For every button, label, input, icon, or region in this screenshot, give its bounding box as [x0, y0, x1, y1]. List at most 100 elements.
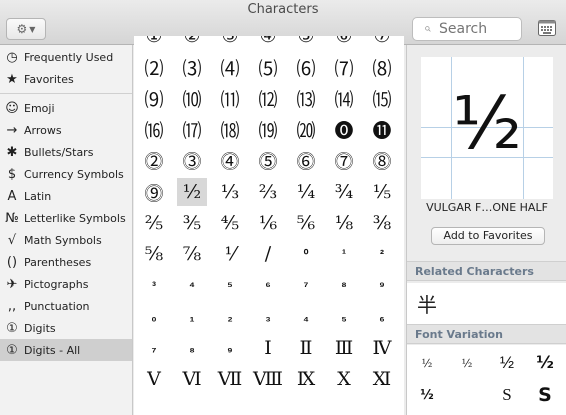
sidebar-item-latin[interactable]: A Latin	[0, 185, 132, 207]
character-cell[interactable]: ⅔	[253, 178, 283, 206]
character-cell[interactable]: ₃	[253, 303, 283, 331]
character-cell[interactable]: ②	[177, 36, 207, 50]
character-cell[interactable]: Ⅳ	[367, 334, 397, 362]
font-variation-glyph[interactable]: S	[495, 383, 519, 407]
character-cell[interactable]: ₆	[367, 303, 397, 331]
character-cell[interactable]: ⅚	[291, 209, 321, 237]
sidebar-item-parentheses[interactable]: () Parentheses	[0, 251, 132, 273]
character-cell[interactable]: ⓽	[139, 178, 169, 206]
sidebar-item-digits-all[interactable]: ① Digits - All	[0, 339, 132, 361]
character-cell[interactable]: ⒀	[291, 84, 321, 112]
character-cell[interactable]: ⑥	[329, 36, 359, 50]
character-cell[interactable]: ₈	[177, 334, 207, 362]
character-cell[interactable]: ④	[253, 36, 283, 50]
character-cell[interactable]: ⑷	[215, 53, 245, 81]
character-cell[interactable]: ³	[139, 272, 169, 300]
font-variation-glyph[interactable]: ½	[533, 351, 557, 375]
character-cell[interactable]: ½	[177, 178, 207, 206]
character-cell[interactable]: ⅝	[139, 240, 169, 268]
action-menu-button[interactable]: ⚙ ▼	[6, 18, 46, 40]
font-variation-glyph[interactable]: ½	[455, 351, 479, 375]
character-cell[interactable]: ₀	[139, 303, 169, 331]
character-cell[interactable]: ⑻	[367, 53, 397, 81]
character-cell[interactable]: ₅	[329, 303, 359, 331]
character-cell[interactable]: ⑸	[253, 53, 283, 81]
character-cell[interactable]: ₇	[139, 334, 169, 362]
sidebar-item-arrows[interactable]: → Arrows	[0, 119, 132, 141]
character-cell[interactable]: ⓿	[329, 116, 359, 144]
character-cell[interactable]: ⑺	[329, 53, 359, 81]
character-cell[interactable]: ⅓	[215, 178, 245, 206]
character-cell[interactable]: ⑤	[291, 36, 321, 50]
character-cell[interactable]: ⑵	[139, 53, 169, 81]
character-cell[interactable]: ¼	[291, 178, 321, 206]
character-cell[interactable]: ⓼	[367, 147, 397, 175]
character-cell[interactable]: ⁵	[215, 272, 245, 300]
character-cell[interactable]: Ⅱ	[291, 334, 321, 362]
character-cell[interactable]: ⅟	[215, 240, 245, 268]
character-cell[interactable]: ⒄	[177, 116, 207, 144]
sidebar-item-digits[interactable]: ① Digits	[0, 317, 132, 339]
character-cell[interactable]: ⅞	[177, 240, 207, 268]
character-cell[interactable]: ⓶	[139, 147, 169, 175]
font-variation-glyph[interactable]: ½	[495, 351, 519, 375]
keyboard-viewer-icon[interactable]	[538, 20, 556, 36]
sidebar-item-letterlike-symbols[interactable]: № Letterlike Symbols	[0, 207, 132, 229]
character-cell[interactable]: ⒃	[139, 116, 169, 144]
sidebar-item-emoji[interactable]: ☺ Emoji	[0, 97, 132, 119]
character-cell[interactable]: Ⅸ	[291, 365, 321, 393]
add-to-favorites-button[interactable]: Add to Favorites	[431, 227, 545, 245]
character-cell[interactable]: ⓺	[291, 147, 321, 175]
search-field[interactable]	[412, 17, 522, 41]
font-variation-glyph[interactable]: ½	[415, 351, 439, 375]
character-cell[interactable]: ⅗	[177, 209, 207, 237]
character-cell[interactable]: Ⅹ	[329, 365, 359, 393]
character-cell[interactable]: ⁸	[329, 272, 359, 300]
character-cell[interactable]: ⅜	[367, 209, 397, 237]
character-cell[interactable]: ₄	[291, 303, 321, 331]
character-cell[interactable]: ⅘	[215, 209, 245, 237]
character-cell[interactable]: ₉	[215, 334, 245, 362]
character-cell[interactable]: ⒂	[367, 84, 397, 112]
character-cell[interactable]: Ⅰ	[253, 334, 283, 362]
character-cell[interactable]: ⑾	[215, 84, 245, 112]
character-cell[interactable]: Ⅷ	[253, 365, 283, 393]
related-character[interactable]: 半	[417, 289, 437, 318]
character-cell[interactable]: ⓫	[367, 116, 397, 144]
character-cell[interactable]: ⓻	[329, 147, 359, 175]
character-cell[interactable]: ₁	[177, 303, 207, 331]
character-cell[interactable]: ⒁	[329, 84, 359, 112]
character-cell[interactable]: ¹	[329, 240, 359, 268]
character-cell[interactable]: ⅛	[329, 209, 359, 237]
character-cell[interactable]: ⒅	[215, 116, 245, 144]
character-cell[interactable]: Ⅲ	[329, 334, 359, 362]
character-cell[interactable]: Ⅶ	[215, 365, 245, 393]
character-cell[interactable]: ⁹	[367, 272, 397, 300]
sidebar-item-bullets-stars[interactable]: ✱ Bullets/Stars	[0, 141, 132, 163]
font-variation-glyph[interactable]: S	[533, 383, 557, 407]
character-cell[interactable]: ①	[139, 36, 169, 50]
character-cell[interactable]: ⑶	[177, 53, 207, 81]
character-cell[interactable]: ⓹	[253, 147, 283, 175]
character-cell[interactable]: Ⅵ	[177, 365, 207, 393]
character-cell[interactable]: ¾	[329, 178, 359, 206]
font-variation-glyph[interactable]: ½	[415, 383, 439, 407]
sidebar-item-punctuation[interactable]: ,, Punctuation	[0, 295, 132, 317]
sidebar-item-math-symbols[interactable]: √ Math Symbols	[0, 229, 132, 251]
character-cell[interactable]: ⒆	[253, 116, 283, 144]
character-cell[interactable]: ③	[215, 36, 245, 50]
character-cell[interactable]: ⓸	[215, 147, 245, 175]
character-cell[interactable]: ⓷	[177, 147, 207, 175]
character-cell[interactable]: ⑹	[291, 53, 321, 81]
character-cell[interactable]: Ⅴ	[139, 365, 169, 393]
character-cell[interactable]: ₂	[215, 303, 245, 331]
character-cell[interactable]: ∕	[253, 240, 283, 268]
character-cell[interactable]: ⅙	[253, 209, 283, 237]
character-cell[interactable]: ²	[367, 240, 397, 268]
sidebar-item-currency-symbols[interactable]: $ Currency Symbols	[0, 163, 132, 185]
sidebar-item-frequently-used[interactable]: ◷ Frequently Used	[0, 46, 132, 68]
character-cell[interactable]: ⑿	[253, 84, 283, 112]
character-cell[interactable]: ⁷	[291, 272, 321, 300]
sidebar-item-pictographs[interactable]: ✈ Pictographs	[0, 273, 132, 295]
character-cell[interactable]: ⑼	[139, 84, 169, 112]
